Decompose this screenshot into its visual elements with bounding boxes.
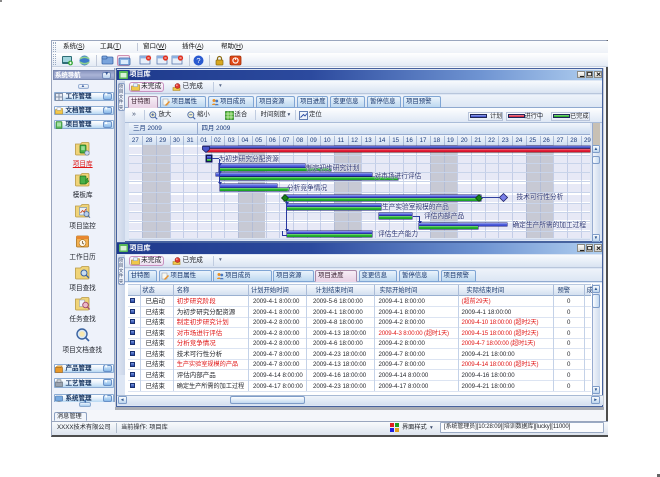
svg-text:?: ? xyxy=(196,56,200,65)
